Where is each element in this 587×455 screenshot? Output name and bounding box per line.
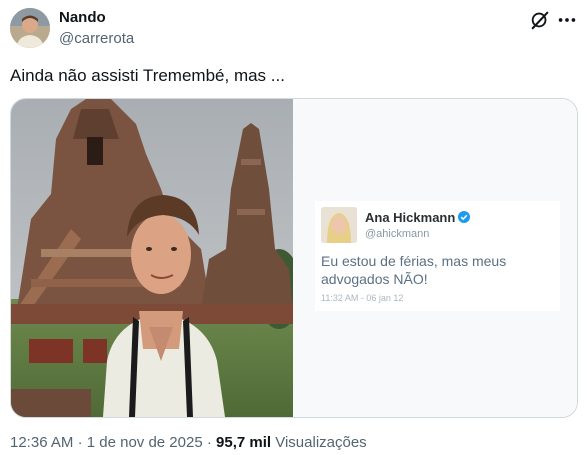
selfie-temple-photo[interactable] — [11, 99, 301, 417]
quoted-tweet-handle: @ahickmann — [365, 228, 430, 240]
tweet-media[interactable]: Ana Hickmann @ahickmann Eu estou de féri… — [10, 98, 578, 418]
author-avatar[interactable] — [10, 8, 50, 48]
quoted-tweet-card: Ana Hickmann @ahickmann Eu estou de féri… — [315, 201, 560, 311]
more-icon[interactable] — [556, 9, 578, 31]
author-name[interactable]: Nando — [59, 9, 106, 26]
separator: · — [206, 434, 212, 451]
quoted-tweet-screenshot[interactable]: Ana Hickmann @ahickmann Eu estou de féri… — [293, 99, 577, 417]
grok-icon[interactable] — [529, 9, 551, 31]
quoted-tweet-avatar — [321, 207, 357, 243]
verified-badge-icon — [458, 211, 471, 223]
quoted-tweet-timestamp: 11:32 AM - 06 jan 12 — [321, 293, 404, 303]
author-handle[interactable]: @carrerota — [59, 30, 134, 47]
views-label: Visualizações — [275, 434, 367, 451]
quoted-tweet-name-row: Ana Hickmann — [365, 210, 471, 225]
quoted-tweet-text: Eu estou de férias, mas meus advogados N… — [321, 253, 507, 287]
tweet-date[interactable]: 1 de nov de 2025 — [87, 434, 203, 451]
tweet-time[interactable]: 12:36 AM — [10, 434, 73, 451]
quoted-tweet-name: Ana Hickmann — [365, 210, 456, 225]
tweet-text: Ainda não assisti Tremembé, mas ... — [10, 66, 285, 85]
separator: · — [77, 434, 83, 451]
tweet-meta: 12:36 AM · 1 de nov de 2025 · 95,7 mil V… — [10, 434, 367, 451]
views-count: 95,7 mil — [216, 434, 272, 451]
